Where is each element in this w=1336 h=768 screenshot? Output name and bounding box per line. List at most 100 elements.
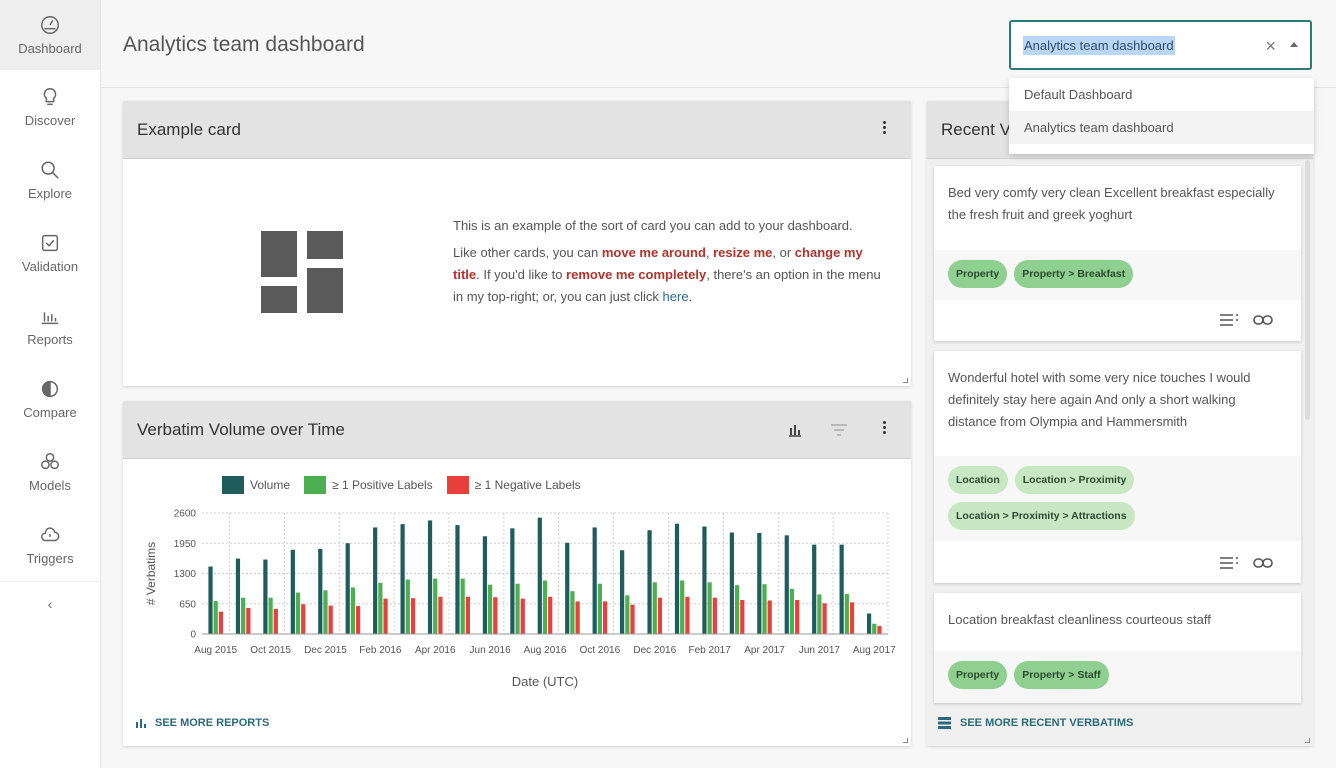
bar [657,597,663,634]
close-icon[interactable]: × [1265,36,1276,57]
bar [510,528,515,634]
sidebar-item-label: Compare [23,404,77,420]
sidebar-item-discover[interactable]: Discover [0,70,100,143]
bar [734,585,740,634]
link-icon[interactable] [1253,314,1273,326]
tag[interactable]: Location > Proximity > Attractions [948,502,1135,530]
sidebar-item-models[interactable]: Models [0,435,100,508]
tag[interactable]: Property > Staff [1014,661,1109,689]
sidebar-item-label: Explore [27,185,73,201]
sidebar-item-compare[interactable]: Compare [0,362,100,435]
tag[interactable]: Property > Breakfast [1014,260,1134,288]
x-axis-label: Date (UTC) [512,674,578,689]
chart-legend: Volume ≥ 1 Positive Labels ≥ 1 Negative … [222,476,595,494]
bar [652,582,657,634]
list-icon[interactable] [1219,313,1239,327]
bar [345,543,350,634]
card-title[interactable]: Verbatim Volume over Time [137,420,345,440]
y-axis-label: # Verbatims [144,542,158,605]
resize-handle[interactable] [903,738,908,743]
card-title[interactable]: Recent V [941,120,1011,140]
card-header: Example card [123,101,911,159]
tag[interactable]: Location > Proximity [1014,466,1135,494]
bar [318,548,323,634]
example-card-text: This is an example of the sort of card y… [453,215,883,308]
bar [680,580,685,634]
dropdown-option-analytics[interactable]: Analytics team dashboard [1009,111,1314,144]
bar [378,582,383,634]
bar [235,558,241,634]
resize-handle[interactable] [1305,738,1310,743]
bar [301,604,306,634]
cloud-alarm-icon [41,526,60,541]
tag[interactable]: Property [948,661,1008,689]
dashboard-select[interactable]: Analytics team dashboard × [1009,20,1312,70]
bar-chart-icon [41,311,59,324]
sidebar-item-explore[interactable]: Explore [0,143,100,216]
bar [328,605,333,634]
bar [356,606,361,634]
bar [273,608,278,634]
sidebar-collapse-button[interactable]: ‹ [0,581,100,625]
bar [872,623,877,634]
bar [849,602,855,634]
sidebar-item-label: Validation [21,258,79,274]
bar [575,601,580,634]
y-tick-label: 650 [179,599,196,610]
sidebar-item-triggers[interactable]: Triggers [0,508,100,581]
bar [465,596,470,634]
bar [565,542,570,634]
x-tick-label: Aug 2015 [194,645,237,656]
caret-up-icon[interactable] [1290,42,1298,47]
filter-icon[interactable] [830,423,848,437]
kebab-menu-icon[interactable] [883,421,887,436]
legend-item-volume[interactable]: Volume [222,476,290,494]
bar [702,526,707,634]
example-paragraph-2: Like other cards, you can move me around… [453,245,881,304]
bar [740,600,745,634]
sidebar-item-validation[interactable]: Validation [0,216,100,289]
bar [542,580,548,634]
here-link[interactable]: here [663,289,689,304]
verbatim-text: Bed very comfy very clean Excellent brea… [948,185,1275,222]
chevron-left-icon: ‹ [47,595,53,612]
x-tick-label: Feb 2017 [689,645,732,656]
sidebar-item-label: Models [29,477,71,493]
dashboard-dropdown: Default Dashboard Analytics team dashboa… [1009,78,1314,154]
card-title[interactable]: Example card [137,120,241,140]
verbatims-scrollbar[interactable] [1305,160,1310,420]
remove-link: remove me completely [566,267,707,282]
tag[interactable]: Location [948,466,1008,494]
bar-chart-icon[interactable] [787,422,803,438]
bar [263,559,268,634]
sidebar-item-dashboard[interactable]: Dashboard [0,0,100,70]
bar [488,584,493,634]
bar [625,595,630,634]
verbatim-tags: Property Property > Breakfast [934,250,1301,300]
tag[interactable]: Property [948,260,1008,288]
bar [373,527,378,634]
kebab-menu-icon[interactable] [883,121,887,136]
sidebar-item-label: Dashboard [18,41,82,56]
resize-handle[interactable] [903,378,908,383]
sidebar-item-reports[interactable]: Reports [0,289,100,362]
x-tick-label: Apr 2016 [415,645,456,656]
see-more-reports-link[interactable]: SEE MORE REPORTS [135,717,269,729]
bar [844,593,849,634]
bar [246,607,251,634]
link-icon[interactable] [1253,557,1273,569]
bar [295,592,301,634]
legend-item-positive[interactable]: ≥ 1 Positive Labels [304,476,433,494]
x-tick-label: Aug 2017 [853,645,896,656]
bar [602,601,608,634]
dashboard-select-value[interactable]: Analytics team dashboard [1023,35,1175,55]
see-more-verbatims-link[interactable]: SEE MORE RECENT VERBATIMS [938,717,1133,729]
dropdown-option-default[interactable]: Default Dashboard [1009,78,1314,111]
x-tick-label: Feb 2016 [359,645,402,656]
bar [707,582,712,634]
bar [350,587,356,634]
bar [712,597,717,634]
legend-item-negative[interactable]: ≥ 1 Negative Labels [446,476,581,494]
verbatim-actions [1219,556,1273,570]
list-icon[interactable] [1219,556,1239,570]
